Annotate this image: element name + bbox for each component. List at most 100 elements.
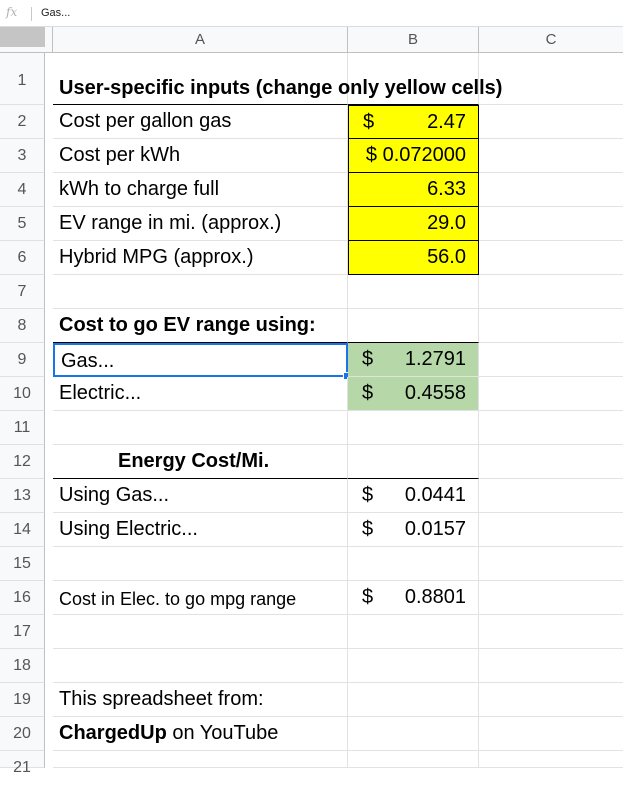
cell-a2[interactable]: Cost per gallon gas xyxy=(53,105,348,139)
cell-a10-text: Electric... xyxy=(59,382,142,404)
cell-a20-suffix: on YouTube xyxy=(166,722,279,744)
cell-c4[interactable] xyxy=(479,173,623,207)
cell-c21[interactable] xyxy=(479,751,623,768)
cell-b1[interactable] xyxy=(348,53,479,105)
cell-a10[interactable]: Electric... xyxy=(53,377,348,411)
cell-b20[interactable] xyxy=(348,717,479,751)
cell-b16[interactable]: $0.8801 xyxy=(348,581,479,615)
cell-b10[interactable]: $0.4558 xyxy=(348,377,479,411)
cell-c8[interactable] xyxy=(479,309,623,343)
corner-scroll-thumb xyxy=(0,27,45,47)
row-header-4[interactable]: 4 xyxy=(0,173,45,207)
cell-c19[interactable] xyxy=(479,683,623,717)
cell-a11[interactable] xyxy=(53,411,348,445)
cell-a3[interactable]: Cost per kWh xyxy=(53,139,348,173)
cell-a17[interactable] xyxy=(53,615,348,649)
cell-a7[interactable] xyxy=(53,275,348,309)
row-header-20[interactable]: 20 xyxy=(0,717,45,751)
cell-c12[interactable] xyxy=(479,445,623,479)
row-header-6[interactable]: 6 xyxy=(0,241,45,275)
cell-b17[interactable] xyxy=(348,615,479,649)
cell-c18[interactable] xyxy=(479,649,623,683)
cell-a18[interactable] xyxy=(53,649,348,683)
cell-a20-text: ChargedUp on YouTube xyxy=(59,722,278,745)
row-header-21[interactable]: 21 xyxy=(0,751,45,776)
cell-c5[interactable] xyxy=(479,207,623,241)
formula-bar-input[interactable]: Gas... xyxy=(41,7,70,19)
row-header-9[interactable]: 9 xyxy=(0,343,45,377)
cell-a16[interactable]: Cost in Elec. to go mpg range xyxy=(53,581,348,615)
cell-b15[interactable] xyxy=(348,547,479,581)
cell-c15[interactable] xyxy=(479,547,623,581)
select-all-corner[interactable] xyxy=(0,27,53,53)
cell-a12[interactable]: Energy Cost/Mi. xyxy=(53,445,348,479)
cell-a6[interactable]: Hybrid MPG (approx.) xyxy=(53,241,348,275)
cell-c17[interactable] xyxy=(479,615,623,649)
cell-c1[interactable] xyxy=(479,53,623,105)
cell-c20[interactable] xyxy=(479,717,623,751)
cell-a20[interactable]: ChargedUp on YouTube xyxy=(53,717,348,751)
row-header-17[interactable]: 17 xyxy=(0,615,45,649)
cell-c2[interactable] xyxy=(479,105,623,139)
column-header-c[interactable]: C xyxy=(479,27,623,53)
row-header-10[interactable]: 10 xyxy=(0,377,45,411)
cell-b14[interactable]: $0.0157 xyxy=(348,513,479,547)
cell-b2[interactable]: $2.47 xyxy=(348,105,479,139)
cell-b6[interactable]: 56.0 xyxy=(348,241,479,275)
cell-c13[interactable] xyxy=(479,479,623,513)
row-header-8[interactable]: 8 xyxy=(0,309,45,343)
currency-symbol: $ xyxy=(362,484,374,506)
cell-b7[interactable] xyxy=(348,275,479,309)
row-header-11[interactable]: 11 xyxy=(0,411,45,445)
cell-c16[interactable] xyxy=(479,581,623,615)
column-header-b[interactable]: B xyxy=(348,27,479,53)
cell-b11[interactable] xyxy=(348,411,479,445)
cell-b4[interactable]: 6.33 xyxy=(348,173,479,207)
cell-b10-value: 0.4558 xyxy=(404,382,466,404)
cell-a4[interactable]: kWh to charge full xyxy=(53,173,348,207)
cell-a5[interactable]: EV range in mi. (approx.) xyxy=(53,207,348,241)
row-header-1[interactable]: 1 xyxy=(0,53,45,105)
cell-a21[interactable] xyxy=(53,751,348,768)
cell-b19[interactable] xyxy=(348,683,479,717)
row-header-19[interactable]: 19 xyxy=(0,683,45,717)
cell-c6[interactable] xyxy=(479,241,623,275)
row-header-16[interactable]: 16 xyxy=(0,581,45,615)
row-header-5[interactable]: 5 xyxy=(0,207,45,241)
cell-a4-text: kWh to charge full xyxy=(59,178,220,200)
cell-b8[interactable] xyxy=(348,309,479,343)
row-header-14[interactable]: 14 xyxy=(0,513,45,547)
cell-b12[interactable] xyxy=(348,445,479,479)
column-header-a[interactable]: A xyxy=(53,27,348,53)
cell-c11[interactable] xyxy=(479,411,623,445)
cell-a14[interactable]: Using Electric... xyxy=(53,513,348,547)
row-header-2[interactable]: 2 xyxy=(0,105,45,139)
cell-b13[interactable]: $0.0441 xyxy=(348,479,479,513)
row-header-13[interactable]: 13 xyxy=(0,479,45,513)
cell-b16-value: 0.8801 xyxy=(404,586,466,608)
cell-c9[interactable] xyxy=(479,343,623,377)
row-header-15[interactable]: 15 xyxy=(0,547,45,581)
cell-b9[interactable]: $1.2791 xyxy=(348,343,479,377)
cell-a19[interactable]: This spreadsheet from: xyxy=(53,683,348,717)
cell-a19-text: This spreadsheet from: xyxy=(59,688,264,710)
cell-a8-text: Cost to go EV range using: xyxy=(59,314,316,336)
cell-a9[interactable]: Gas... xyxy=(53,343,351,380)
row-header-12[interactable]: 12 xyxy=(0,445,45,479)
row-header-18[interactable]: 18 xyxy=(0,649,45,683)
cell-b5[interactable]: 29.0 xyxy=(348,207,479,241)
cell-b3[interactable]: $ 0.072000 xyxy=(348,139,479,173)
cell-a15[interactable] xyxy=(53,547,348,581)
cell-c14[interactable] xyxy=(479,513,623,547)
cell-a1[interactable]: User-specific inputs (change only yellow… xyxy=(53,53,502,105)
cell-c3[interactable] xyxy=(479,139,623,173)
cell-b21[interactable] xyxy=(348,751,479,768)
cell-a8[interactable]: Cost to go EV range using: xyxy=(53,309,348,343)
cell-c7[interactable] xyxy=(479,275,623,309)
cell-c10[interactable] xyxy=(479,377,623,411)
row-header-3[interactable]: 3 xyxy=(0,139,45,173)
cell-b18[interactable] xyxy=(348,649,479,683)
cell-a2-text: Cost per gallon gas xyxy=(59,110,232,132)
row-header-7[interactable]: 7 xyxy=(0,275,45,309)
cell-a13[interactable]: Using Gas... xyxy=(53,479,348,513)
